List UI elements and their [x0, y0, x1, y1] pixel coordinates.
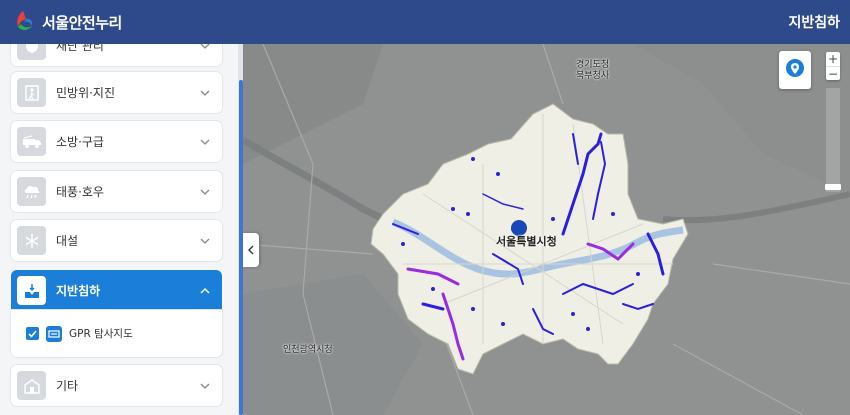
category-disaster[interactable]: 재난 관리: [11, 44, 222, 66]
chevron-down-icon: [196, 232, 214, 250]
evacuation-icon: [17, 78, 46, 107]
category-civil-defense[interactable]: 민방위·지진: [11, 72, 222, 113]
category-label: 태풍·호우: [56, 185, 104, 199]
gpr-checkbox[interactable]: [26, 327, 39, 340]
category-label: 대설: [56, 234, 79, 248]
zoom-slider-track[interactable]: [826, 88, 840, 192]
chevron-left-icon: [248, 245, 254, 255]
chevron-down-icon: [196, 133, 214, 151]
shield-icon: [17, 44, 46, 60]
zoom-out-button[interactable]: −: [826, 66, 840, 80]
fire-truck-icon: [17, 127, 46, 156]
chevron-down-icon: [196, 183, 214, 201]
category-sinkhole[interactable]: 지반침하: [11, 270, 222, 311]
zoom-control: + −: [826, 52, 840, 80]
rain-cloud-icon: [17, 177, 46, 206]
brand[interactable]: 서울안전누리: [10, 9, 122, 35]
category-snow[interactable]: 대설: [11, 220, 222, 261]
app-header: 서울안전누리 지반침하: [0, 0, 850, 44]
sublayer-gpr[interactable]: GPR 탐사지도: [11, 310, 222, 357]
map-canvas[interactable]: [243, 44, 850, 415]
my-location-button[interactable]: [779, 51, 811, 89]
category-label: 소방·구급: [56, 135, 104, 149]
sidebar-collapse-button[interactable]: [243, 233, 259, 267]
snowflake-icon: [17, 226, 46, 255]
chevron-down-icon: [196, 44, 214, 55]
category-typhoon[interactable]: 태풍·호우: [11, 171, 222, 212]
sinkhole-icon: [17, 276, 46, 305]
category-label: 기타: [56, 379, 79, 393]
category-etc[interactable]: 기타: [11, 365, 222, 406]
chevron-up-icon: [196, 282, 214, 300]
map-label-gyeonggi-north: 북부청사: [576, 71, 610, 81]
chevron-down-icon: [196, 84, 214, 102]
building-icon: [17, 371, 46, 400]
sidebar: 재난 관리 민방위·지진 소방·구급 태풍·호우 대설 지반침하 GPR 탐사지…: [0, 44, 238, 415]
chevron-down-icon: [196, 377, 214, 395]
category-fire[interactable]: 소방·구급: [11, 121, 222, 162]
map-view[interactable]: 서울특별시청 경기도청 북부청사 인천광역시청: [243, 44, 850, 415]
seoul-logo-icon: [17, 11, 33, 30]
location-pin-icon: [786, 59, 804, 77]
category-label: 재난 관리: [56, 44, 104, 53]
category-label: 민방위·지진: [56, 86, 116, 100]
category-label: 지반침하: [56, 284, 101, 298]
map-label-incheon: 인천광역시청: [283, 345, 333, 355]
map-label-city-hall: 서울특별시청: [496, 235, 557, 248]
sublayer-label: GPR 탐사지도: [69, 328, 133, 340]
page-title: 지반침하: [788, 15, 840, 31]
app-title: 서울안전누리: [42, 13, 122, 32]
gpr-icon: [46, 325, 62, 342]
zoom-slider-handle[interactable]: [825, 184, 841, 190]
zoom-in-button[interactable]: +: [826, 52, 840, 66]
